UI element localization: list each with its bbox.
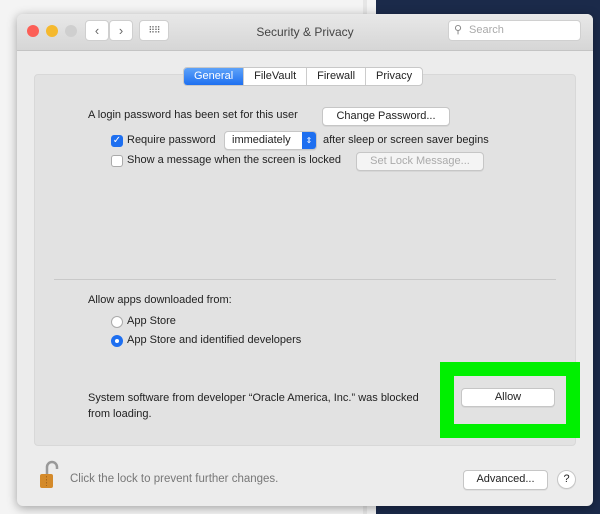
require-password-checkbox[interactable]: ✓ — [111, 135, 123, 147]
search-placeholder: Search — [469, 24, 504, 36]
blocked-software-message: System software from developer “Oracle A… — [88, 390, 448, 422]
show-message-checkbox[interactable] — [111, 155, 123, 167]
updown-chevron-icon: ⇕ — [302, 132, 316, 149]
app-store-radio[interactable] — [111, 316, 123, 328]
app-store-label: App Store — [127, 315, 176, 327]
preferences-window: ‹ › ⠿⠿ Security & Privacy ⚲ Search Genera… — [17, 14, 593, 506]
unlocked-padlock-icon — [40, 460, 59, 488]
lock-status-text: Click the lock to prevent further change… — [70, 473, 279, 485]
advanced-button[interactable]: Advanced... — [463, 470, 548, 490]
password-delay-select[interactable]: immediately ⇕ — [224, 131, 317, 150]
tab-firewall[interactable]: Firewall — [307, 68, 367, 85]
require-password-label: Require password — [127, 134, 216, 146]
titlebar: ‹ › ⠿⠿ Security & Privacy ⚲ Search — [17, 14, 593, 51]
section-divider — [54, 279, 556, 280]
allow-apps-label: Allow apps downloaded from: — [88, 294, 232, 306]
tab-general[interactable]: General — [184, 68, 245, 85]
after-sleep-text: after sleep or screen saver begins — [323, 134, 489, 146]
identified-developers-label: App Store and identified developers — [127, 334, 302, 346]
search-icon: ⚲ — [454, 24, 463, 36]
tab-filevault[interactable]: FileVault — [244, 68, 308, 85]
tab-bar: General FileVault Firewall Privacy — [183, 67, 424, 86]
help-button[interactable]: ? — [557, 470, 576, 489]
set-lock-message-button[interactable]: Set Lock Message... — [356, 152, 484, 171]
allow-button[interactable]: Allow — [461, 388, 555, 407]
login-password-text: A login password has been set for this u… — [88, 109, 298, 121]
identified-developers-radio[interactable] — [111, 335, 123, 347]
blocked-line-2: from loading. — [88, 408, 152, 420]
blocked-line-1: System software from developer “Oracle A… — [88, 392, 419, 404]
password-delay-value: immediately — [232, 134, 291, 146]
search-input[interactable]: ⚲ Search — [448, 20, 581, 41]
checkmark-icon: ✓ — [112, 135, 122, 146]
tab-privacy[interactable]: Privacy — [366, 68, 422, 85]
lock-button[interactable] — [37, 460, 63, 490]
show-message-label: Show a message when the screen is locked — [127, 154, 342, 166]
change-password-button[interactable]: Change Password... — [322, 107, 450, 126]
